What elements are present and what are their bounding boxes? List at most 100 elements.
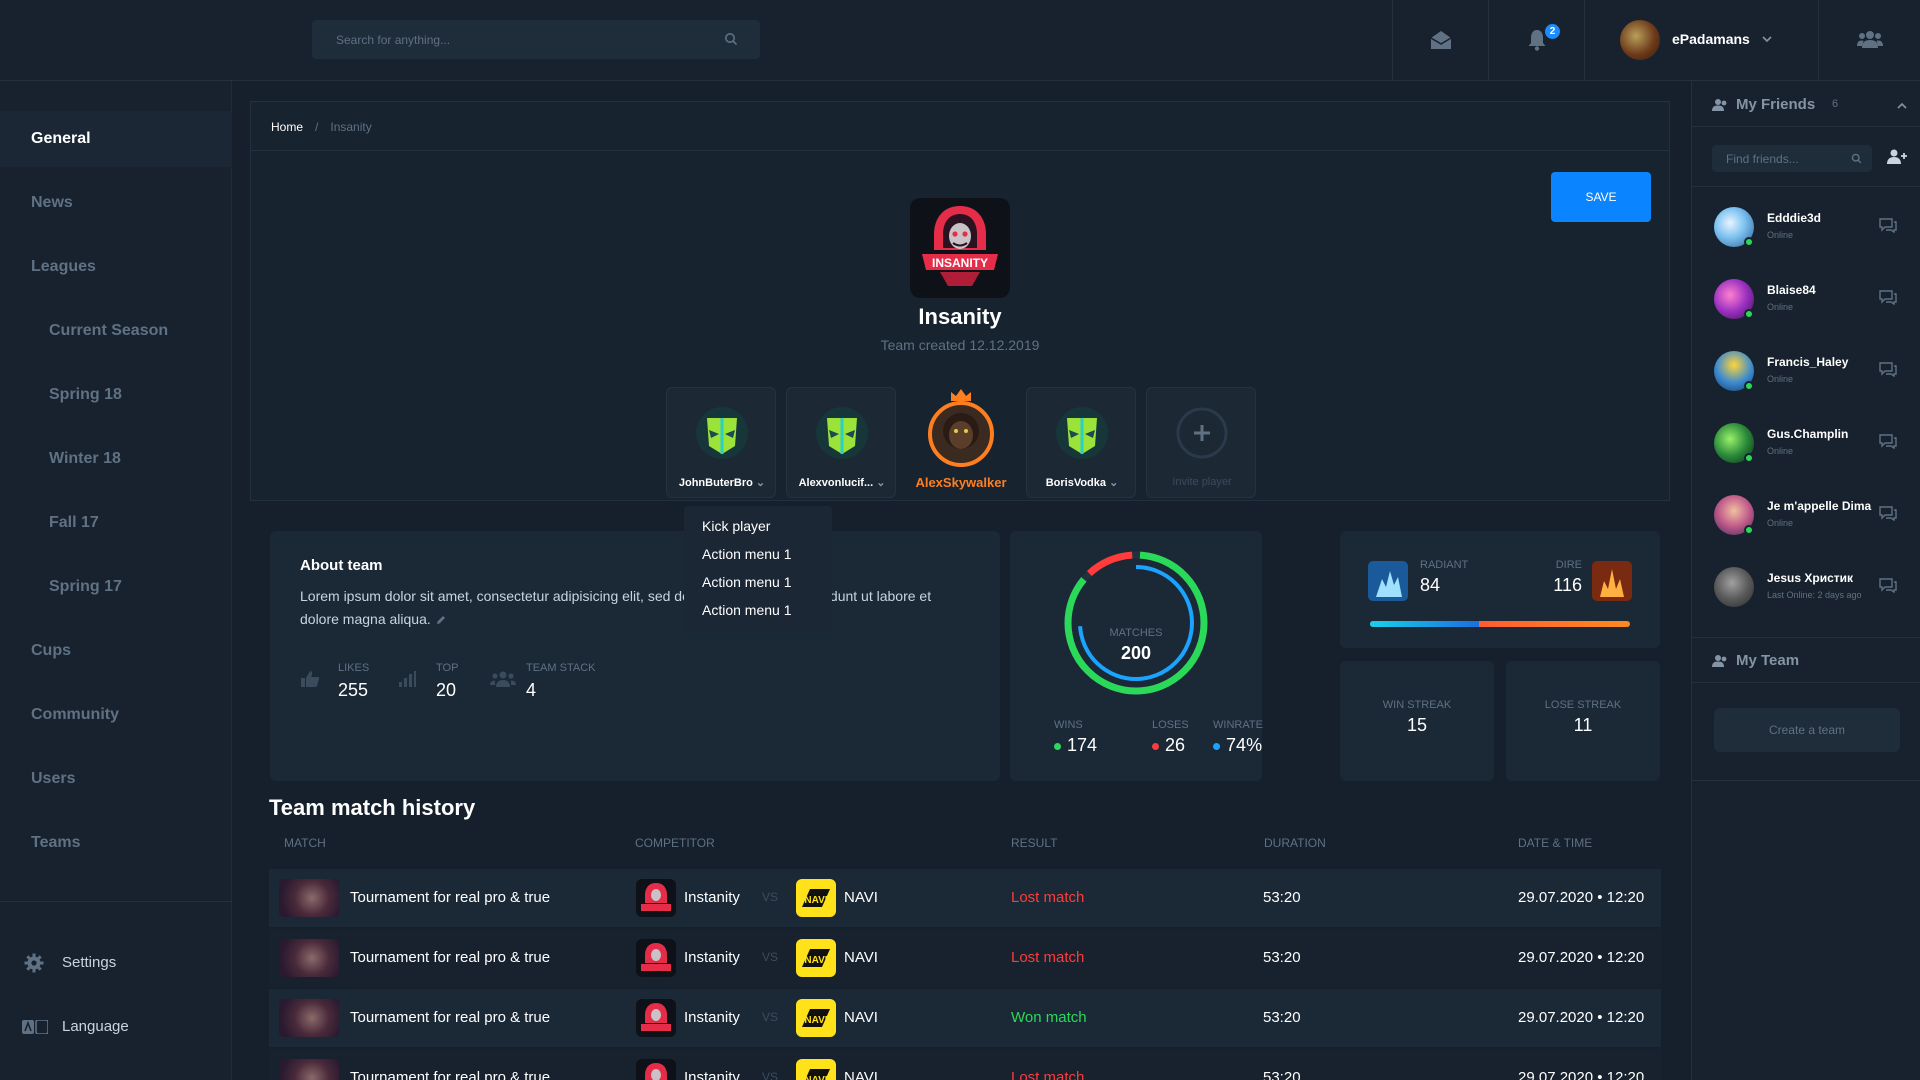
player-card[interactable]: BorisVodka ⌄ [1026,387,1136,498]
nav-current-season[interactable]: Current Season [0,303,232,359]
friend-status: Last Online: 2 days ago [1767,590,1862,600]
friend-item[interactable]: Jesus Христик Last Online: 2 days ago [1692,549,1920,621]
column-header-duration[interactable]: DURATION [1264,836,1326,850]
nav-teams[interactable]: Teams [0,815,232,871]
chat-icon[interactable] [1878,577,1898,593]
friend-avatar [1714,567,1754,607]
nav-spring-18[interactable]: Spring 18 [0,367,232,423]
action-menu-item[interactable]: Action menu 1 [702,574,792,590]
nav-label: Spring 18 [49,386,122,403]
friends-panel: My Friends 6 Edddie3d Online Blaise84 On… [1691,81,1920,1080]
search-icon[interactable] [724,32,738,46]
nav-winter-18[interactable]: Winter 18 [0,431,232,487]
opponent-logo: NAVI [796,939,836,977]
team-logo-small [636,879,676,917]
online-indicator [1744,237,1754,247]
player-card[interactable]: Alexvonlucif... ⌄ [786,387,896,498]
friend-name: Gus.Champlin [1767,427,1849,441]
friends-toggle-button[interactable] [1818,0,1920,80]
action-menu-item[interactable]: Action menu 1 [702,546,792,562]
add-friend-icon[interactable] [1887,149,1907,165]
settings-link[interactable]: Settings [0,943,232,983]
player-avatar [816,407,868,459]
captain-player-card[interactable]: AlexSkywalker [906,387,1016,498]
global-search[interactable] [312,20,760,59]
nav-community[interactable]: Community [0,687,232,743]
column-header-date-time[interactable]: DATE & TIME [1518,836,1592,850]
table-row[interactable]: Tournament for real pro & true Instanity… [269,989,1661,1047]
chevron-down-icon[interactable] [1762,35,1772,43]
notifications-button[interactable]: 2 [1488,0,1584,80]
action-menu-item[interactable]: Action menu 1 [702,602,792,618]
friend-item[interactable]: Je m'appelle Dima Online [1692,477,1920,549]
username[interactable]: ePadamans [1672,31,1750,47]
team-name-cell: Instanity [684,949,740,966]
loses-label: LOSES [1152,719,1189,731]
nav-users[interactable]: Users [0,751,232,807]
win-streak-label: WIN STREAK [1382,699,1452,711]
match-datetime: 29.07.2020 • 12:20 [1518,949,1645,966]
team-stack-value: 4 [526,680,537,700]
language-label: Language [62,1018,129,1035]
chevron-down-icon[interactable]: ⌄ [756,477,765,489]
chat-icon[interactable] [1878,217,1898,233]
friend-item[interactable]: Gus.Champlin Online [1692,405,1920,477]
save-button[interactable]: SAVE [1551,172,1651,222]
friend-search-input[interactable] [1712,145,1872,172]
team-logo-small [636,999,676,1037]
users-icon [1857,31,1883,48]
chevron-down-icon[interactable]: ⌄ [876,477,885,489]
team-logo[interactable]: INSANITY [910,198,1010,298]
opponent-name: NAVI [844,1069,878,1080]
nav-general[interactable]: General [0,111,232,167]
svg-text:NAVI: NAVI [804,1015,827,1026]
kick-player-item[interactable]: Kick player [702,518,770,534]
chevron-up-icon[interactable] [1897,102,1907,109]
nav-leagues[interactable]: Leagues [0,239,232,295]
invite-player-card[interactable]: Invite player [1146,387,1256,498]
top-bar: 2 ePadamans [0,0,1920,81]
opponent-logo: NAVI [796,1059,836,1080]
chat-icon[interactable] [1878,505,1898,521]
friend-item[interactable]: Francis_Haley Online [1692,333,1920,405]
chat-icon[interactable] [1878,433,1898,449]
divider [1692,126,1920,127]
table-row[interactable]: Tournament for real pro & true Instanity… [269,929,1661,987]
language-link[interactable]: Language [0,1007,232,1047]
breadcrumb-home[interactable]: Home [271,120,303,134]
nav-spring-17[interactable]: Spring 17 [0,559,232,615]
messages-button[interactable] [1392,0,1488,80]
create-team-button[interactable]: Create a team [1714,708,1900,752]
friend-name: Francis_Haley [1767,355,1849,369]
envelope-icon [1430,31,1452,49]
table-row[interactable]: Tournament for real pro & true Instanity… [269,869,1661,927]
friends-icon [1712,99,1727,111]
player-card[interactable]: JohnButerBro ⌄ [666,387,776,498]
column-header-result[interactable]: RESULT [1011,836,1057,850]
match-datetime: 29.07.2020 • 12:20 [1518,1009,1645,1026]
nav-cups[interactable]: Cups [0,623,232,679]
column-header-match[interactable]: MATCH [284,836,326,850]
friend-item[interactable]: Blaise84 Online [1692,261,1920,333]
friend-search[interactable] [1712,145,1872,172]
friend-item[interactable]: Edddie3d Online [1692,189,1920,261]
search-icon[interactable] [1851,153,1862,164]
win-streak-value: 15 [1406,715,1428,735]
search-input[interactable] [312,20,760,59]
nav-news[interactable]: News [0,175,232,231]
table-row[interactable]: Tournament for real pro & true Instanity… [269,1049,1661,1080]
matches-label: MATCHES [1109,627,1163,639]
chat-icon[interactable] [1878,289,1898,305]
nav-fall-17[interactable]: Fall 17 [0,495,232,551]
user-avatar[interactable] [1620,20,1660,60]
bar-chart-icon [399,671,416,687]
match-duration: 53:20 [1263,1009,1301,1026]
edit-pencil-icon[interactable] [435,614,447,626]
match-duration: 53:20 [1263,949,1301,966]
chevron-down-icon[interactable]: ⌄ [1109,477,1118,489]
chat-icon[interactable] [1878,361,1898,377]
matches-total: 200 [1120,643,1152,663]
settings-label: Settings [62,954,117,971]
win-loss-ring [1064,551,1208,695]
column-header-competitor[interactable]: COMPETITOR [635,836,715,850]
